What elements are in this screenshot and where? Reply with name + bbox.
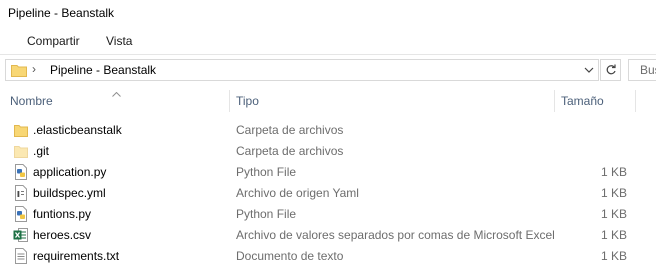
tab-compartir[interactable]: Compartir (27, 34, 80, 48)
refresh-icon (606, 64, 616, 75)
list-item[interactable]: application.py Python File 1 KB (0, 161, 656, 182)
breadcrumb-current[interactable]: Pipeline - Beanstalk (50, 63, 156, 77)
column-header-row: Nombre Tipo Tamaño (0, 88, 656, 114)
tab-vista[interactable]: Vista (106, 34, 132, 48)
window-title: Pipeline - Beanstalk (8, 6, 115, 20)
list-item[interactable]: heroes.csv Archivo de valores separados … (0, 224, 656, 245)
list-item[interactable]: requirements.txt Documento de texto 1 KB (0, 245, 656, 266)
yaml-file-icon (13, 185, 29, 201)
folder-icon (13, 143, 29, 159)
list-item[interactable]: funtions.py Python File 1 KB (0, 203, 656, 224)
file-list: .elasticbeanstalk Carpeta de archivos .g… (0, 119, 656, 266)
refresh-button[interactable] (600, 59, 621, 81)
breadcrumb-separator: › (32, 62, 36, 76)
column-header-type[interactable]: Tipo (230, 88, 554, 114)
folder-icon (13, 122, 29, 138)
text-file-icon (13, 248, 29, 264)
list-item[interactable]: .elasticbeanstalk Carpeta de archivos (0, 119, 656, 140)
folder-icon (11, 64, 27, 80)
excel-file-icon (13, 227, 29, 243)
address-bar[interactable]: › Pipeline - Beanstalk (5, 59, 599, 81)
ribbon: Compartir Vista (0, 28, 656, 55)
list-item[interactable]: buildspec.yml Archivo de origen Yaml 1 K… (0, 182, 656, 203)
column-header-name[interactable]: Nombre (0, 88, 229, 114)
search-input[interactable]: Bus (628, 59, 656, 81)
list-item[interactable]: .git Carpeta de archivos (0, 140, 656, 161)
python-file-icon (13, 206, 29, 222)
chevron-down-icon[interactable] (584, 64, 594, 78)
search-placeholder: Bus (640, 63, 656, 77)
column-header-size[interactable]: Tamaño (555, 88, 635, 114)
title-bar: Pipeline - Beanstalk (0, 0, 656, 28)
column-divider[interactable] (635, 90, 636, 112)
python-file-icon (13, 164, 29, 180)
